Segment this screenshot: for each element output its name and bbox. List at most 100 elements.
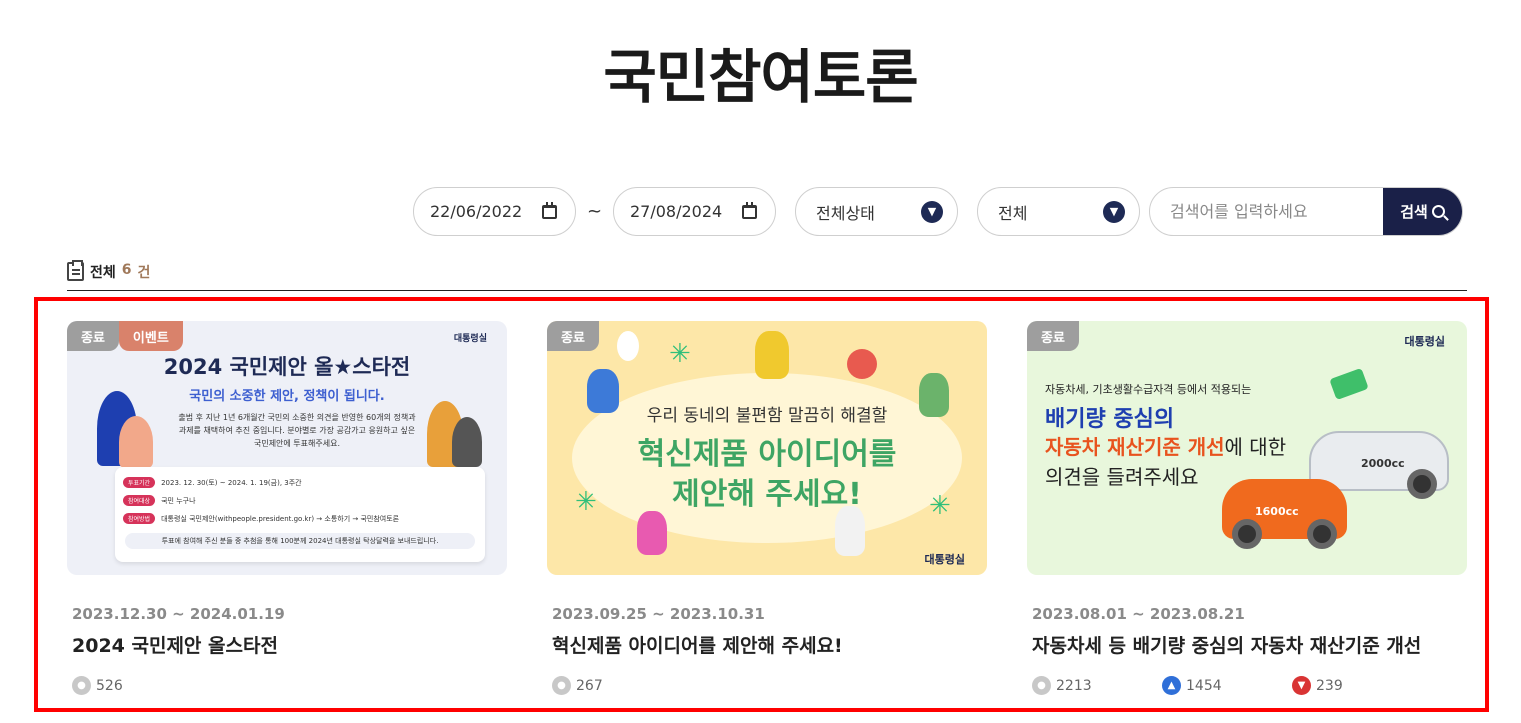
status-badge: 종료 bbox=[1027, 321, 1079, 351]
count-number: 6 bbox=[121, 262, 132, 278]
status-select-value: 전체상태 bbox=[816, 203, 875, 223]
illustration-person bbox=[835, 506, 865, 556]
debate-card[interactable]: 대통령실 2024 국민제안 올★스타전 국민의 소중한 제안, 정책이 됩니다… bbox=[67, 321, 507, 695]
car-wheel bbox=[1407, 469, 1437, 499]
badge-group: 종료 bbox=[547, 321, 599, 351]
info-note: 투표에 참여해 주신 분들 중 추첨을 통해 100분께 2024년 대통령실 … bbox=[125, 533, 475, 549]
info-row: 참여대상 국민 누구나 bbox=[123, 495, 196, 506]
comment-icon: ● bbox=[552, 676, 571, 695]
info-tag: 투표기간 bbox=[123, 477, 156, 488]
dislike-count: 239 bbox=[1316, 677, 1343, 694]
card-title[interactable]: 자동차세 등 배기량 중심의 자동차 재산기준 개선 bbox=[1027, 631, 1467, 658]
thumb-headline: 배기량 중심의 bbox=[1045, 407, 1175, 432]
car-wheel bbox=[1232, 519, 1262, 549]
page-title: 국민참여토론 bbox=[603, 43, 918, 111]
search-button-label: 검색 bbox=[1400, 203, 1428, 221]
count-unit: 건 bbox=[137, 265, 151, 281]
dislike-stat[interactable]: ▼ 239 bbox=[1292, 676, 1422, 695]
result-count: 전체 6 건 bbox=[67, 260, 1467, 291]
info-row: 투표기간 2023. 12. 30(토) ~ 2024. 1. 19(금), 3… bbox=[123, 477, 302, 488]
heart-icon bbox=[847, 349, 877, 379]
comment-count: 526 bbox=[96, 677, 123, 694]
filter-bar: 22/06/2022 ~ 27/08/2024 전체상태 ▼ 전체 ▼ 검색 bbox=[413, 187, 1463, 236]
info-text: 국민 누구나 bbox=[161, 496, 196, 505]
thumb-headline: 2024 국민제안 올★스타전 bbox=[163, 355, 411, 379]
end-date-value: 27/08/2024 bbox=[630, 202, 723, 221]
comment-count: 2213 bbox=[1056, 677, 1092, 694]
card-stats: ● 2213 ▲ 1454 ▼ 239 bbox=[1027, 676, 1467, 695]
status-select[interactable]: 전체상태 ▼ bbox=[795, 187, 958, 236]
search-button[interactable]: 검색 bbox=[1383, 188, 1462, 235]
thumb-headline: 자동차 재산기준 개선에 대한 bbox=[1045, 431, 1286, 460]
illustration-person bbox=[755, 331, 789, 379]
lightbulb-icon bbox=[617, 331, 639, 361]
thumb-description: 출범 후 지난 1년 6개월간 국민의 소중한 의견을 반영한 60개의 정책과… bbox=[178, 413, 416, 448]
info-row: 참여방법 대통령실 국민제안(withpeople.president.go.k… bbox=[123, 513, 399, 524]
category-select-value: 전체 bbox=[998, 203, 1028, 223]
badge-group: 종료 이벤트 bbox=[67, 321, 183, 351]
info-text: 2023. 12. 30(토) ~ 2024. 1. 19(금), 3주간 bbox=[161, 478, 302, 487]
status-badge: 종료 bbox=[67, 321, 119, 351]
search-icon bbox=[1431, 205, 1445, 218]
debate-card[interactable]: ✳ ✳ ✳ 우리 동네의 불편함 말끔히 해결할 혁신제품 아이디어를 제안해 … bbox=[547, 321, 987, 695]
clipboard-icon bbox=[67, 260, 84, 281]
thumb-info-panel: 투표기간 2023. 12. 30(토) ~ 2024. 1. 19(금), 3… bbox=[115, 467, 485, 562]
card-title[interactable]: 2024 국민제안 올스타전 bbox=[67, 631, 507, 658]
chevron-down-icon: ▼ bbox=[921, 200, 943, 223]
comment-icon: ● bbox=[1032, 676, 1051, 695]
thumb-headline-strong: 자동차 재산기준 개선 bbox=[1045, 435, 1225, 459]
comment-icon: ● bbox=[72, 676, 91, 695]
card-date-range: 2023.12.30 ~ 2024.01.19 bbox=[72, 605, 285, 623]
comment-stat: ● 2213 bbox=[1032, 676, 1162, 695]
category-select[interactable]: 전체 ▼ bbox=[977, 187, 1140, 236]
card-date-range: 2023.09.25 ~ 2023.10.31 bbox=[552, 605, 765, 623]
thumb-headline: 혁신제품 아이디어를 bbox=[637, 437, 897, 472]
comment-stat: ● 267 bbox=[552, 676, 682, 695]
card-thumbnail[interactable]: 대통령실 2024 국민제안 올★스타전 국민의 소중한 제안, 정책이 됩니다… bbox=[67, 321, 507, 575]
car-large-label: 2000cc bbox=[1361, 457, 1405, 470]
badge-group: 종료 bbox=[1027, 321, 1079, 351]
start-date-value: 22/06/2022 bbox=[430, 202, 523, 221]
debate-card[interactable]: 대통령실 자동차세, 기초생활수급자격 등에서 적용되는 배기량 중심의 자동차… bbox=[1027, 321, 1467, 695]
comment-count: 267 bbox=[576, 677, 603, 694]
thumb-subhead: 우리 동네의 불편함 말끔히 해결할 bbox=[646, 406, 888, 426]
like-stat[interactable]: ▲ 1454 bbox=[1162, 676, 1292, 695]
comment-stat: ● 526 bbox=[72, 676, 202, 695]
status-badge: 종료 bbox=[547, 321, 599, 351]
presidential-office-logo: 대통령실 bbox=[924, 553, 965, 566]
presidential-office-logo: 대통령실 bbox=[453, 334, 487, 344]
chevron-down-icon: ▼ bbox=[1103, 200, 1125, 223]
card-thumbnail[interactable]: 대통령실 자동차세, 기초생활수급자격 등에서 적용되는 배기량 중심의 자동차… bbox=[1027, 321, 1467, 575]
event-badge: 이벤트 bbox=[118, 321, 183, 351]
thumbs-up-icon: ▲ bbox=[1162, 676, 1181, 695]
info-text: 대통령실 국민제안(withpeople.president.go.kr) → … bbox=[161, 514, 400, 523]
card-date-range: 2023.08.01 ~ 2023.08.21 bbox=[1032, 605, 1245, 623]
illustration-person bbox=[119, 416, 153, 468]
date-separator: ~ bbox=[586, 201, 603, 222]
search-input[interactable] bbox=[1150, 188, 1383, 235]
car-small-label: 1600cc bbox=[1255, 505, 1299, 518]
thumb-headline: 의견을 들려주세요 bbox=[1045, 465, 1199, 489]
info-tag: 참여대상 bbox=[123, 495, 156, 506]
info-tag: 참여방법 bbox=[123, 513, 156, 524]
like-count: 1454 bbox=[1186, 677, 1222, 694]
calendar-icon[interactable] bbox=[542, 201, 557, 219]
calendar-icon[interactable] bbox=[742, 201, 757, 219]
illustration-person bbox=[637, 511, 667, 555]
thumb-subhead: 자동차세, 기초생활수급자격 등에서 적용되는 bbox=[1045, 383, 1252, 396]
card-title[interactable]: 혁신제품 아이디어를 제안해 주세요! bbox=[547, 631, 987, 658]
thumb-headline-rest: 에 대한 bbox=[1224, 435, 1287, 459]
count-label: 전체 bbox=[90, 265, 116, 281]
car-wheel bbox=[1307, 519, 1337, 549]
thumb-headline: 제안해 주세요! bbox=[672, 477, 862, 512]
card-thumbnail[interactable]: ✳ ✳ ✳ 우리 동네의 불편함 말끔히 해결할 혁신제품 아이디어를 제안해 … bbox=[547, 321, 987, 575]
presidential-office-logo: 대통령실 bbox=[1404, 335, 1445, 348]
end-date-input[interactable]: 27/08/2024 bbox=[613, 187, 776, 236]
thumbs-down-icon: ▼ bbox=[1292, 676, 1311, 695]
card-stats: ● 267 bbox=[547, 676, 987, 695]
sparkle-icon: ✳ bbox=[669, 339, 691, 369]
search-box: 검색 bbox=[1149, 187, 1463, 236]
start-date-input[interactable]: 22/06/2022 bbox=[413, 187, 576, 236]
money-icon bbox=[1329, 367, 1369, 401]
illustration-person bbox=[452, 417, 482, 467]
